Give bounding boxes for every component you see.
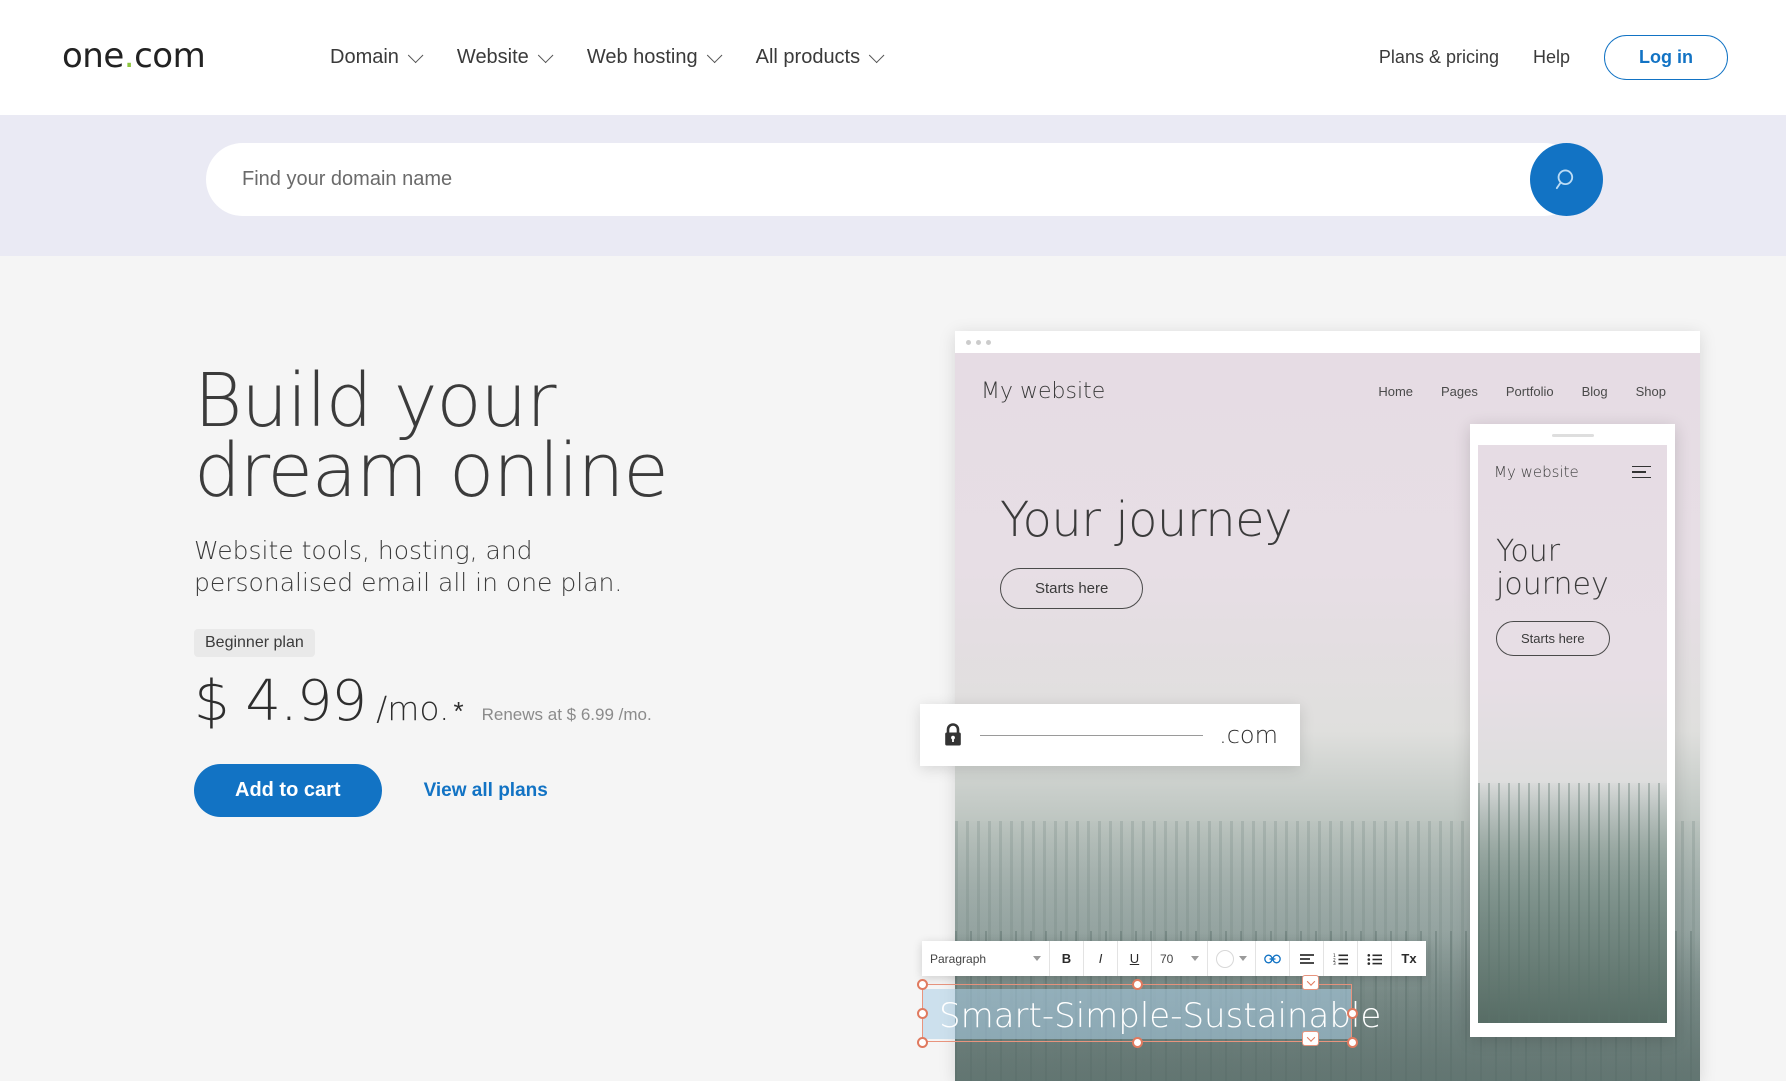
product-mockup: My website Home Pages Portfolio Blog Sho… [0,256,1786,1081]
chevron-down-icon [868,47,885,64]
nav-label-website: Website [456,46,529,68]
phone-site-header: My website [1478,445,1667,481]
align-left-icon [1299,953,1314,964]
phone-forest-image [1478,783,1667,1023]
chevron-down-icon [537,47,554,64]
help-link[interactable]: Help [1533,47,1570,68]
underline-button[interactable]: U [1118,941,1152,976]
resize-handle-top-left[interactable] [917,979,928,990]
phone-hero-title-line1: Your [1496,534,1561,569]
nav-item-website[interactable]: Website [456,46,554,69]
chrome-dot-icon [986,339,991,345]
bold-button[interactable]: B [1050,941,1084,976]
domain-input-line[interactable] [980,734,1204,736]
align-button[interactable] [1290,941,1324,976]
svg-text:3: 3 [1333,961,1336,965]
mock-site-title: My website [981,379,1106,404]
mock-nav-shop[interactable]: Shop [1636,384,1666,399]
ordered-list-button[interactable]: 1 2 3 [1324,941,1358,976]
phone-speaker-icon [1551,434,1594,437]
phone-hero-button[interactable]: Starts here [1496,621,1610,656]
nav-item-domain[interactable]: Domain [330,46,424,69]
resize-handle-middle-left[interactable] [917,1008,928,1019]
browser-chrome [955,331,1700,353]
phone-mockup: My website Your journey Starts here [1470,424,1675,1037]
header-utility-nav: Plans & pricing Help Log in [1379,0,1728,115]
element-menu-top[interactable] [1302,975,1319,990]
domain-preview-card: .com [920,704,1300,766]
phone-site-title: My website [1494,463,1579,481]
clear-formatting-button[interactable]: Tx [1392,941,1426,976]
color-swatch-icon [1216,949,1234,968]
font-size-select[interactable]: 70 [1152,941,1208,976]
chevron-down-icon [407,47,424,64]
domain-tld-label: .com [1219,721,1278,749]
search-button[interactable] [1530,143,1603,216]
underline-label: U [1129,951,1140,966]
phone-hero-block: Your journey Starts here [1478,535,1667,656]
mock-hero-button[interactable]: Starts here [1000,568,1144,609]
phone-hero-title-line2: journey [1496,567,1609,602]
link-icon [1264,953,1281,964]
mock-nav-pages[interactable]: Pages [1441,384,1478,399]
resize-handle-top-center[interactable] [1132,979,1143,990]
logo-text-one: one [62,36,124,76]
bold-label: B [1061,951,1072,966]
italic-button[interactable]: I [1084,941,1118,976]
mock-nav-portfolio[interactable]: Portfolio [1506,384,1554,399]
paragraph-style-select[interactable]: Paragraph [922,941,1050,976]
editor-toolbar: Paragraph B I U 70 1 2 3 Tx [922,941,1426,976]
mock-nav-home[interactable]: Home [1378,384,1413,399]
search-input[interactable] [206,143,1581,216]
mock-site-header: My website Home Pages Portfolio Blog Sho… [955,353,1700,404]
hero-section: Build your dream online Website tools, h… [0,256,1786,1081]
chevron-down-icon [1306,976,1315,986]
mock-site-nav: Home Pages Portfolio Blog Shop [1378,384,1666,399]
site-header: one.com Domain Website Web hosting All p… [0,0,1786,115]
selected-text-content: Smart-Simple-Sustainable [939,996,1382,1036]
chevron-down-icon [706,47,723,64]
clear-formatting-label: Tx [1401,951,1417,966]
chrome-dot-icon [976,339,981,345]
nav-label-domain: Domain [330,46,399,68]
font-size-value: 70 [1160,951,1174,966]
site-logo[interactable]: one.com [62,36,206,76]
paragraph-style-label: Paragraph [930,951,987,966]
plans-pricing-link[interactable]: Plans & pricing [1379,47,1499,68]
nav-item-web-hosting[interactable]: Web hosting [586,46,723,69]
chevron-down-icon [1306,1032,1315,1042]
logo-dot: . [123,36,135,76]
resize-handle-bottom-center[interactable] [1132,1037,1143,1048]
mock-nav-blog[interactable]: Blog [1582,384,1608,399]
insert-link-button[interactable] [1256,941,1290,976]
phone-viewport: My website Your journey Starts here [1478,445,1667,1023]
search-icon [1555,169,1573,189]
domain-search-band [0,115,1786,256]
nav-label-all-products: All products [755,46,861,68]
chrome-dot-icon [966,339,971,345]
element-menu-bottom[interactable] [1302,1031,1319,1046]
text-color-picker[interactable] [1208,941,1256,976]
italic-label: I [1098,951,1103,966]
nav-item-all-products[interactable]: All products [755,46,885,69]
logo-text-com: com [134,36,206,76]
resize-handle-bottom-right[interactable] [1347,1037,1358,1048]
login-button[interactable]: Log in [1604,35,1728,80]
ordered-list-icon: 1 2 3 [1333,953,1348,965]
selected-text-element[interactable]: Smart-Simple-Sustainable [922,984,1381,1042]
unordered-list-button[interactable] [1358,941,1392,976]
resize-handle-bottom-left[interactable] [917,1037,928,1048]
phone-hero-title: Your journey [1496,535,1667,601]
lock-icon [942,722,964,748]
hamburger-menu-icon[interactable] [1632,465,1651,479]
unordered-list-icon [1367,953,1382,965]
resize-handle-middle-right[interactable] [1347,1008,1358,1019]
domain-search-wrapper [206,143,1603,216]
nav-label-web-hosting: Web hosting [586,46,698,68]
primary-navigation: Domain Website Web hosting All products [330,0,885,115]
